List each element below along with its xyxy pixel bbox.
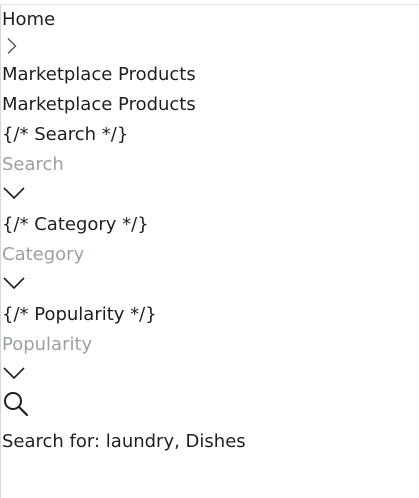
left-divider (0, 5, 1, 498)
chevron-right-icon (6, 37, 18, 55)
chevron-down-icon[interactable] (2, 276, 26, 290)
top-divider (0, 4, 419, 5)
search-input[interactable]: Search (2, 153, 64, 177)
page-title: Marketplace Products (2, 94, 196, 115)
breadcrumb-home-link[interactable]: Home (2, 8, 55, 32)
category-comment-text: {/* Category */} (2, 214, 149, 235)
category-select[interactable]: Category (2, 243, 84, 267)
search-icon[interactable] (2, 390, 30, 418)
search-suggestion-text: Search for: laundry, Dishes (2, 431, 246, 452)
breadcrumb-current: Marketplace Products (2, 64, 196, 85)
popularity-select[interactable]: Popularity (2, 333, 92, 357)
chevron-down-icon[interactable] (2, 366, 26, 380)
search-comment-text: {/* Search */} (2, 124, 129, 145)
chevron-down-icon[interactable] (2, 186, 26, 200)
popularity-comment-text: {/* Popularity */} (2, 304, 157, 325)
